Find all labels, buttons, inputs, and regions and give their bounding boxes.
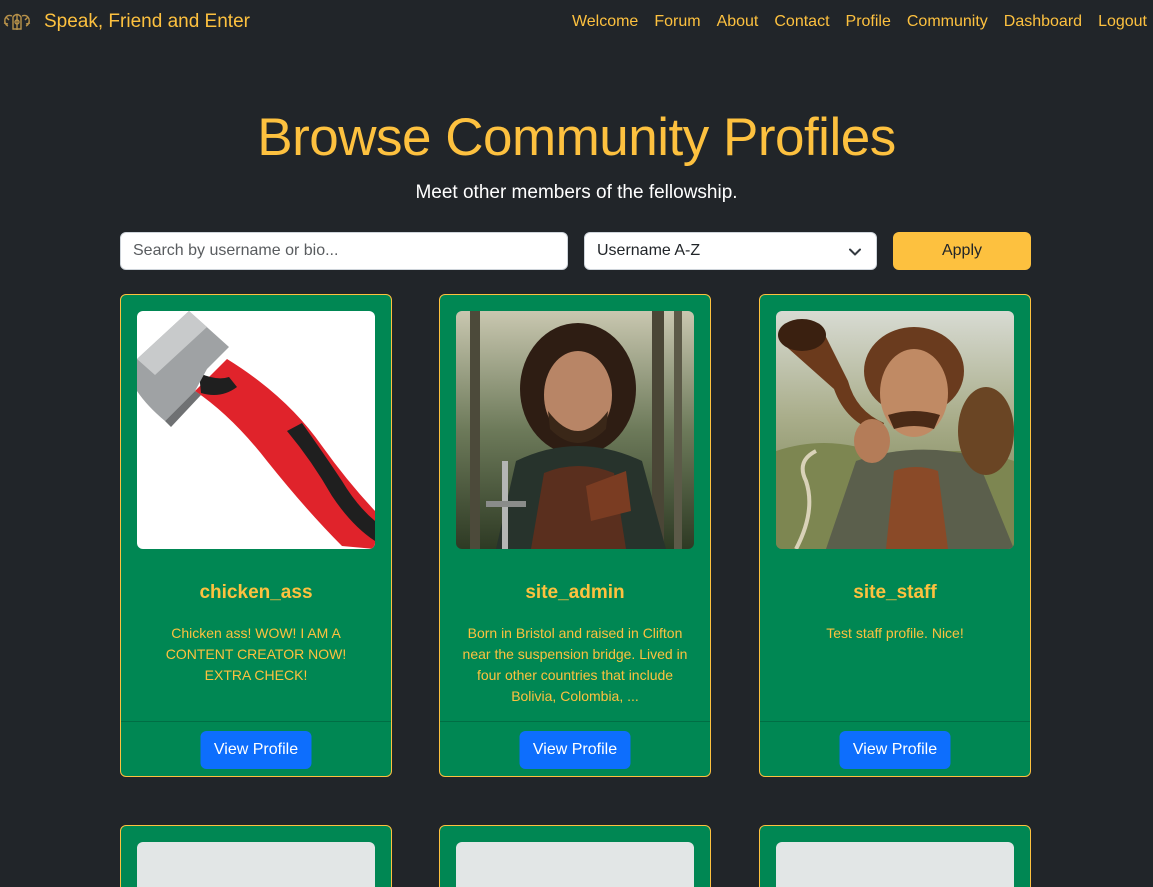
profile-username: site_admin: [525, 582, 625, 603]
profile-card-placeholder: [759, 825, 1031, 887]
sort-selected-value: Username A-Z: [597, 242, 701, 259]
sort-select[interactable]: Username A-Z: [584, 232, 877, 270]
page-subtitle: Meet other members of the fellowship.: [415, 182, 738, 203]
view-profile-button[interactable]: View Profile: [200, 731, 312, 769]
profile-card-placeholder: [120, 825, 392, 887]
profile-card-placeholder: [439, 825, 711, 887]
ranger-image: [456, 311, 694, 549]
profile-image[interactable]: [456, 311, 694, 549]
profile-username: chicken_ass: [199, 582, 313, 603]
profile-bio: Chicken ass! WOW! I AM A CONTENT CREATOR…: [165, 625, 347, 683]
nav-community[interactable]: Community: [907, 10, 988, 34]
profile-image[interactable]: [776, 311, 1014, 549]
nav-contact[interactable]: Contact: [774, 10, 829, 34]
brand[interactable]: Speak, Friend and Enter: [2, 8, 250, 36]
card-footer: View Profile: [121, 721, 391, 776]
card-footer: View Profile: [760, 721, 1030, 776]
nav-forum[interactable]: Forum: [654, 10, 700, 34]
nav-links: Welcome Forum About Contact Profile Comm…: [572, 10, 1147, 34]
image-placeholder: [456, 842, 694, 887]
profile-bio: Born in Bristol and raised in Clifton ne…: [462, 625, 688, 704]
nav-welcome[interactable]: Welcome: [572, 10, 638, 34]
search-input[interactable]: [120, 232, 568, 270]
page-title: Browse Community Profiles: [257, 108, 896, 167]
profile-card: site_staff Test staff profile. Nice! Vie…: [759, 294, 1031, 777]
image-placeholder: [776, 842, 1014, 887]
chevron-down-icon: [849, 248, 861, 256]
nav-profile[interactable]: Profile: [846, 10, 891, 34]
profile-card: chicken_ass Chicken ass! WOW! I AM A CON…: [120, 294, 392, 777]
view-profile-button[interactable]: View Profile: [519, 731, 631, 769]
profile-card: site_admin Born in Bristol and raised in…: [439, 294, 711, 777]
pipe-man-image: [776, 311, 1014, 549]
profile-username: site_staff: [853, 582, 937, 603]
apply-button[interactable]: Apply: [893, 232, 1031, 270]
navbar: Speak, Friend and Enter Welcome Forum Ab…: [0, 0, 1153, 44]
axe-image: [137, 311, 375, 549]
image-placeholder: [137, 842, 375, 887]
nav-about[interactable]: About: [717, 10, 759, 34]
brand-name: Speak, Friend and Enter: [44, 11, 250, 32]
nav-logout[interactable]: Logout: [1098, 10, 1147, 34]
view-profile-button[interactable]: View Profile: [839, 731, 951, 769]
profile-image[interactable]: [137, 311, 375, 549]
nav-dashboard[interactable]: Dashboard: [1004, 10, 1082, 34]
card-footer: View Profile: [440, 721, 710, 776]
brand-logo-icon: [3, 13, 31, 30]
profile-bio: Test staff profile. Nice!: [826, 625, 964, 641]
